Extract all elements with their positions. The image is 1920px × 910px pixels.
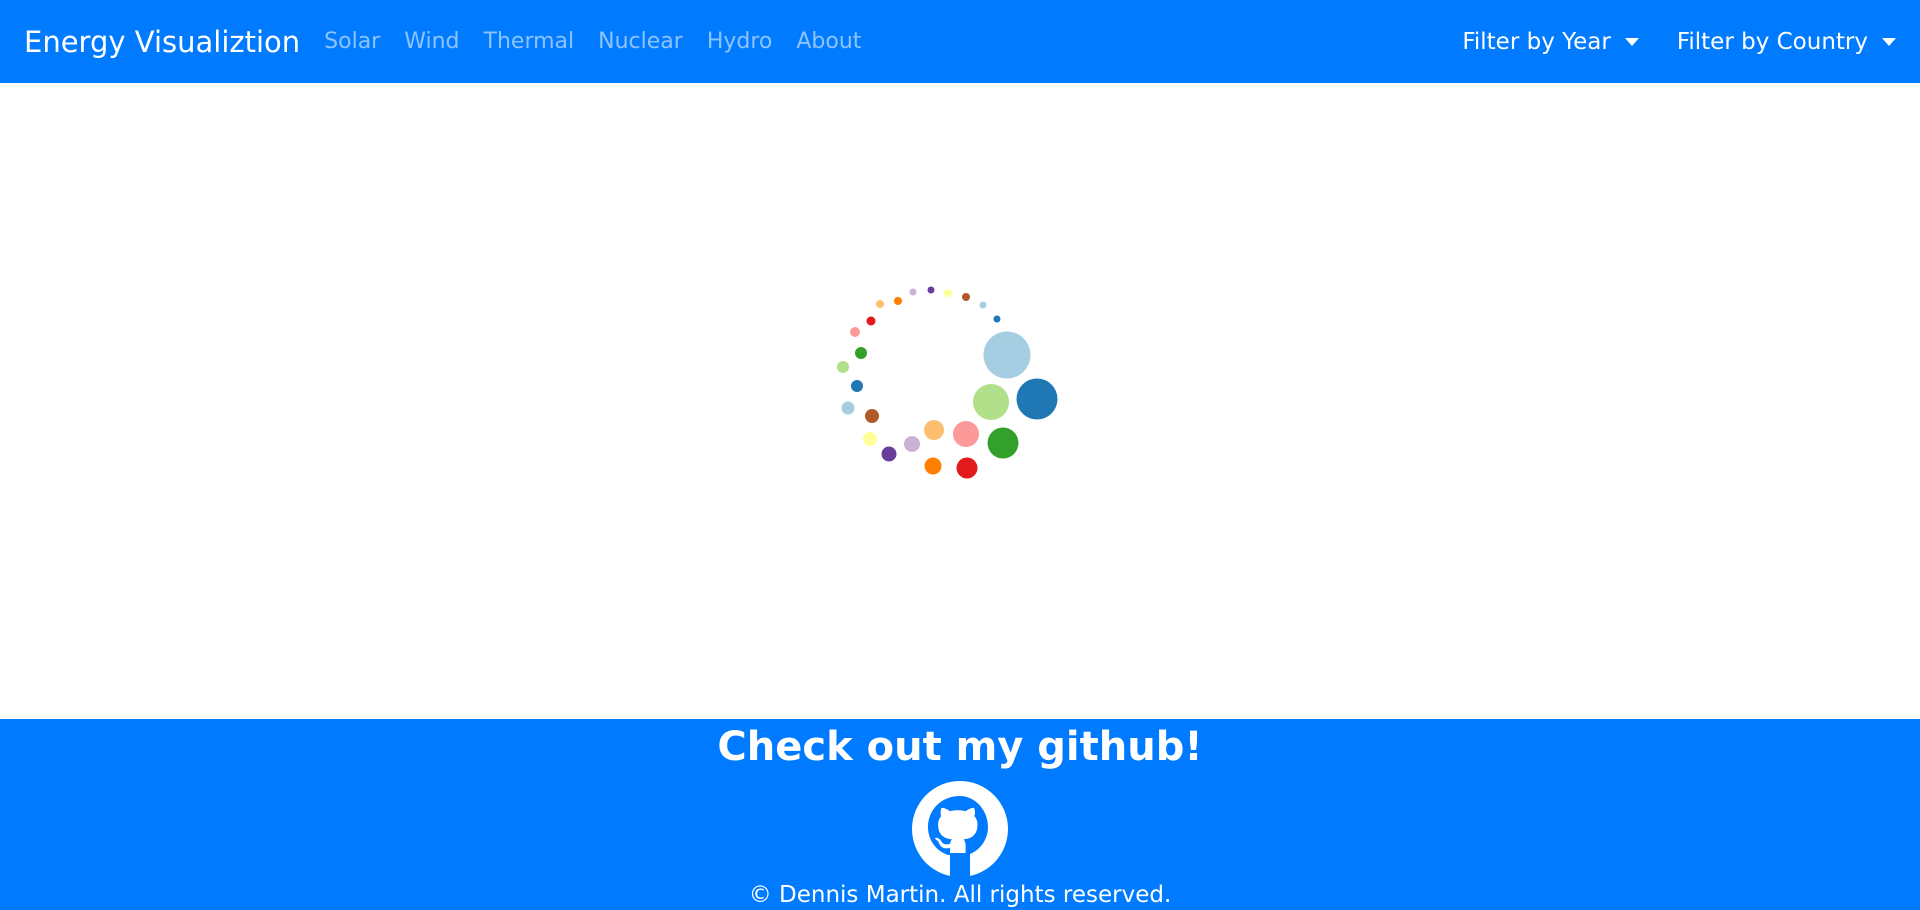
nav-link-wind[interactable]: Wind: [404, 29, 459, 54]
loading-spinner: [837, 286, 1058, 479]
nav-link-thermal[interactable]: Thermal: [484, 29, 575, 54]
spinner-dot: [876, 300, 884, 308]
brand-link[interactable]: Energy Visualiztion: [24, 25, 300, 59]
filter-year-label: Filter by Year: [1462, 28, 1611, 55]
main-content: [0, 83, 1920, 719]
spinner-dot: [983, 331, 1031, 379]
spinner-dot: [927, 286, 935, 294]
spinner-dot: [863, 432, 877, 446]
spinner-dot: [953, 421, 979, 447]
spinner-dot: [866, 316, 876, 326]
nav-link-solar[interactable]: Solar: [324, 29, 380, 54]
spinner-dot: [909, 288, 917, 296]
spinner-dot: [881, 446, 897, 462]
filter-group: Filter by Year Filter by Country: [1424, 29, 1896, 55]
spinner-dot: [962, 293, 970, 301]
footer-title: Check out my github!: [717, 724, 1203, 770]
spinner-dot: [987, 427, 1019, 459]
spinner-dot: [924, 420, 944, 440]
dotted-loading-spinner-icon: [837, 286, 1058, 479]
nav-link-about[interactable]: About: [796, 29, 861, 54]
spinner-dot: [979, 301, 987, 309]
copyright-text: © Dennis Martin. All rights reserved.: [748, 882, 1172, 908]
nav-link-hydro[interactable]: Hydro: [707, 29, 773, 54]
spinner-dot: [855, 347, 867, 359]
github-icon: [912, 781, 1008, 877]
filter-country-label: Filter by Country: [1676, 28, 1868, 55]
spinner-dot: [865, 409, 879, 423]
github-link[interactable]: [912, 781, 1008, 877]
footer: Check out my github! © Dennis Martin. Al…: [0, 719, 1920, 910]
caret-down-icon: [1882, 37, 1896, 46]
spinner-dot: [894, 297, 902, 305]
spinner-dot: [837, 361, 849, 373]
spinner-dot: [993, 315, 1001, 323]
nav-link-nuclear[interactable]: Nuclear: [598, 29, 683, 54]
spinner-dot: [924, 457, 942, 475]
nav-links: Solar Wind Thermal Nuclear Hydro About: [324, 29, 885, 54]
filter-country-dropdown[interactable]: Filter by Country: [1677, 29, 1896, 55]
spinner-dot: [973, 384, 1009, 420]
spinner-dot: [841, 401, 855, 415]
caret-down-icon: [1624, 37, 1639, 46]
spinner-dot: [851, 380, 863, 392]
spinner-dot: [904, 436, 920, 452]
navbar: Energy Visualiztion Solar Wind Thermal N…: [0, 0, 1920, 83]
spinner-dot: [944, 289, 952, 297]
spinner-dot: [1016, 378, 1058, 420]
spinner-dot: [850, 327, 860, 337]
filter-year-dropdown[interactable]: Filter by Year: [1462, 29, 1639, 55]
spinner-dot: [956, 457, 978, 479]
